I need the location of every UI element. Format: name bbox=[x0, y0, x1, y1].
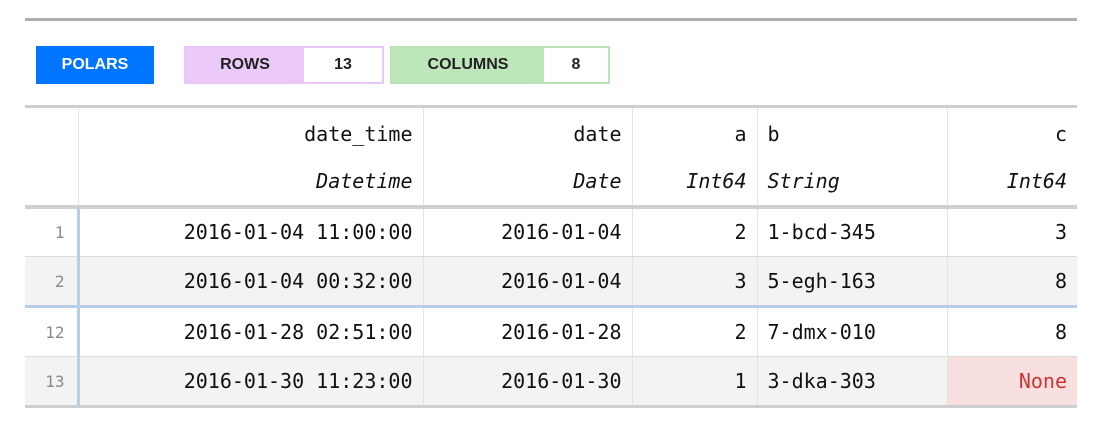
top-divider bbox=[25, 18, 1077, 21]
index-dtype-header bbox=[25, 156, 79, 209]
cell-b: 5-egh-163 bbox=[756, 256, 947, 307]
columns-value: 8 bbox=[544, 48, 608, 82]
dtype-date-time: Datetime bbox=[78, 156, 423, 209]
table-row: 12 2016-01-28 02:51:00 2016-01-28 2 7-dm… bbox=[25, 305, 1077, 357]
cell-c: 8 bbox=[946, 305, 1077, 357]
rows-stat: ROWS 13 bbox=[184, 46, 384, 84]
cell-date: 2016-01-04 bbox=[422, 206, 632, 257]
cell-b: 1-bcd-345 bbox=[756, 206, 947, 257]
column-name-row: date_time date a b c bbox=[25, 105, 1077, 157]
cell-a: 2 bbox=[631, 305, 757, 357]
cell-date: 2016-01-28 bbox=[422, 305, 632, 357]
column-header-b[interactable]: b bbox=[756, 105, 947, 157]
table-row: 13 2016-01-30 11:23:00 2016-01-30 1 3-dk… bbox=[25, 356, 1077, 408]
column-header-date[interactable]: date bbox=[422, 105, 632, 157]
column-dtype-row: Datetime Date Int64 String Int64 bbox=[25, 156, 1077, 209]
cell-date-time: 2016-01-04 11:00:00 bbox=[78, 206, 423, 257]
columns-label: COLUMNS bbox=[392, 48, 544, 82]
cell-date: 2016-01-04 bbox=[422, 256, 632, 307]
cell-a: 2 bbox=[631, 206, 757, 257]
cell-date-time: 2016-01-30 11:23:00 bbox=[78, 356, 423, 408]
cell-date: 2016-01-30 bbox=[422, 356, 632, 408]
table-row: 2 2016-01-04 00:32:00 2016-01-04 3 5-egh… bbox=[25, 256, 1077, 307]
dtype-a: Int64 bbox=[631, 156, 757, 209]
column-header-a[interactable]: a bbox=[631, 105, 757, 157]
cell-a: 3 bbox=[631, 256, 757, 307]
cell-date-time: 2016-01-04 00:32:00 bbox=[78, 256, 423, 307]
polars-badge: POLARS bbox=[36, 46, 154, 84]
row-index: 12 bbox=[25, 305, 80, 357]
dtype-date: Date bbox=[422, 156, 632, 209]
cell-date-time: 2016-01-28 02:51:00 bbox=[78, 305, 423, 357]
cell-b: 3-dka-303 bbox=[756, 356, 947, 408]
cell-b: 7-dmx-010 bbox=[756, 305, 947, 357]
cell-c: 3 bbox=[946, 206, 1077, 257]
column-header-date-time[interactable]: date_time bbox=[78, 105, 423, 157]
dtype-b: String bbox=[756, 156, 947, 209]
dtype-c: Int64 bbox=[946, 156, 1077, 209]
column-header-c[interactable]: c bbox=[946, 105, 1077, 157]
table-row: 1 2016-01-04 11:00:00 2016-01-04 2 1-bcd… bbox=[25, 206, 1077, 257]
cell-a: 1 bbox=[631, 356, 757, 408]
row-index: 13 bbox=[25, 356, 80, 408]
table-header-bar: POLARS ROWS 13 COLUMNS 8 bbox=[36, 46, 610, 84]
cell-c-null: None bbox=[946, 356, 1077, 408]
index-header bbox=[25, 105, 79, 157]
columns-stat: COLUMNS 8 bbox=[390, 46, 610, 84]
row-index: 1 bbox=[25, 206, 80, 257]
cell-c: 8 bbox=[946, 256, 1077, 307]
row-index: 2 bbox=[25, 256, 80, 307]
rows-value: 13 bbox=[304, 48, 382, 82]
rows-label: ROWS bbox=[186, 48, 304, 82]
dataframe-table: date_time date a b c Datetime Date Int64… bbox=[25, 105, 1077, 408]
